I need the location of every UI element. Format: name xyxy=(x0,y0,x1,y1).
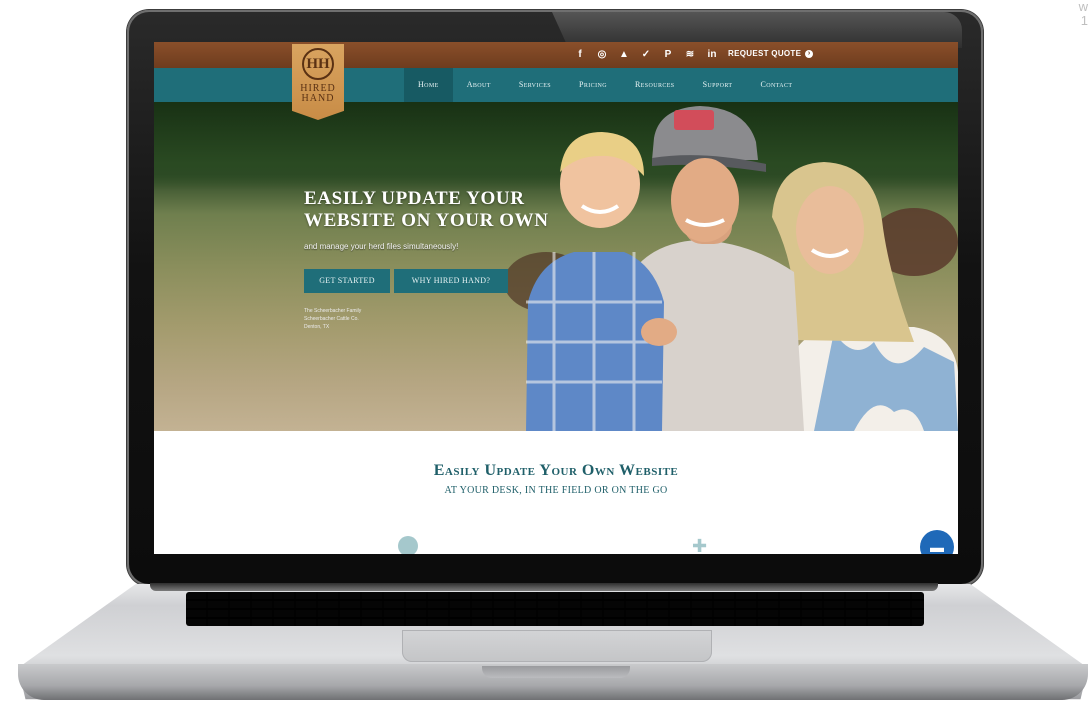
chat-button[interactable]: ▬ xyxy=(920,530,954,554)
nav-item-pricing[interactable]: Pricing xyxy=(565,68,621,102)
social-links: f ◎ ▲ ✓ P ≋ in xyxy=(574,48,718,62)
laptop-hinge xyxy=(150,583,938,591)
laptop-trackpad xyxy=(402,630,712,662)
photo-credit-line3: Denton, TX xyxy=(304,324,330,330)
hero-subtitle: and manage your herd files simultaneousl… xyxy=(304,242,459,251)
hero-banner: EASILY UPDATE YOUR WEBSITE ON YOUR OWN a… xyxy=(154,102,958,431)
get-started-button[interactable]: GET STARTED xyxy=(304,269,390,293)
section-title: Easily Update Your Own Website xyxy=(433,462,679,479)
hero-title-line1: EASILY UPDATE YOUR xyxy=(304,188,525,209)
corner-text: w 1 xyxy=(1079,0,1088,28)
instagram-icon[interactable]: ◎ xyxy=(596,48,608,62)
nav-item-support[interactable]: Support xyxy=(689,68,747,102)
snapchat-icon[interactable]: ▲ xyxy=(618,48,630,62)
laptop-screen: f ◎ ▲ ✓ P ≋ in REQUEST QUOTE › Home Abou… xyxy=(154,42,958,554)
why-hired-hand-button[interactable]: WHY HIRED HAND? xyxy=(394,269,508,293)
rss-icon[interactable]: ≋ xyxy=(684,48,696,62)
main-nav-bar: Home About Services Pricing Resources Su… xyxy=(154,68,958,102)
request-quote-label: REQUEST QUOTE xyxy=(728,49,802,58)
corner-text-line1: w xyxy=(1078,0,1088,14)
hero-family-photo xyxy=(504,106,958,431)
photo-credit: The Scheerbacher Family Scheerbacher Cat… xyxy=(304,307,361,331)
facebook-icon[interactable]: f xyxy=(574,48,586,62)
photo-credit-line1: The Scheerbacher Family xyxy=(304,308,362,314)
top-bar: f ◎ ▲ ✓ P ≋ in REQUEST QUOTE › xyxy=(154,42,958,68)
add-user-icon: ✚ xyxy=(692,536,708,554)
hero-title-line2: WEBSITE ON YOUR OWN xyxy=(304,210,549,231)
section-subtitle: AT YOUR DESK, IN THE FIELD OR ON THE GO xyxy=(444,485,668,496)
request-quote-link[interactable]: REQUEST QUOTE › xyxy=(728,49,814,58)
logo-wordmark: HIRED HAND xyxy=(300,84,336,104)
nav-item-resources[interactable]: Resources xyxy=(621,68,689,102)
hero-title: EASILY UPDATE YOUR WEBSITE ON YOUR OWN xyxy=(304,188,574,232)
site-logo[interactable]: HH HIRED HAND xyxy=(292,44,344,120)
laptop-opening-notch xyxy=(482,666,630,678)
logo-line2: HAND xyxy=(301,93,335,104)
pinterest-icon[interactable]: P xyxy=(662,48,674,62)
laptop-keyboard xyxy=(186,592,924,626)
nav-item-home[interactable]: Home xyxy=(404,68,453,102)
nav-item-services[interactable]: Services xyxy=(505,68,565,102)
chat-icon: ▬ xyxy=(930,539,944,554)
nav-item-about[interactable]: About xyxy=(453,68,505,102)
nav-item-contact[interactable]: Contact xyxy=(746,68,806,102)
photo-credit-line2: Scheerbacher Cattle Co. xyxy=(304,316,359,322)
corner-text-line2: 1 xyxy=(1080,13,1088,28)
arrow-circle-icon: › xyxy=(805,49,814,58)
linkedin-icon[interactable]: in xyxy=(706,48,718,62)
clock-icon xyxy=(398,536,418,554)
main-nav: Home About Services Pricing Resources Su… xyxy=(404,68,806,102)
twitter-icon[interactable]: ✓ xyxy=(640,48,652,62)
logo-monogram: HH xyxy=(302,48,334,80)
